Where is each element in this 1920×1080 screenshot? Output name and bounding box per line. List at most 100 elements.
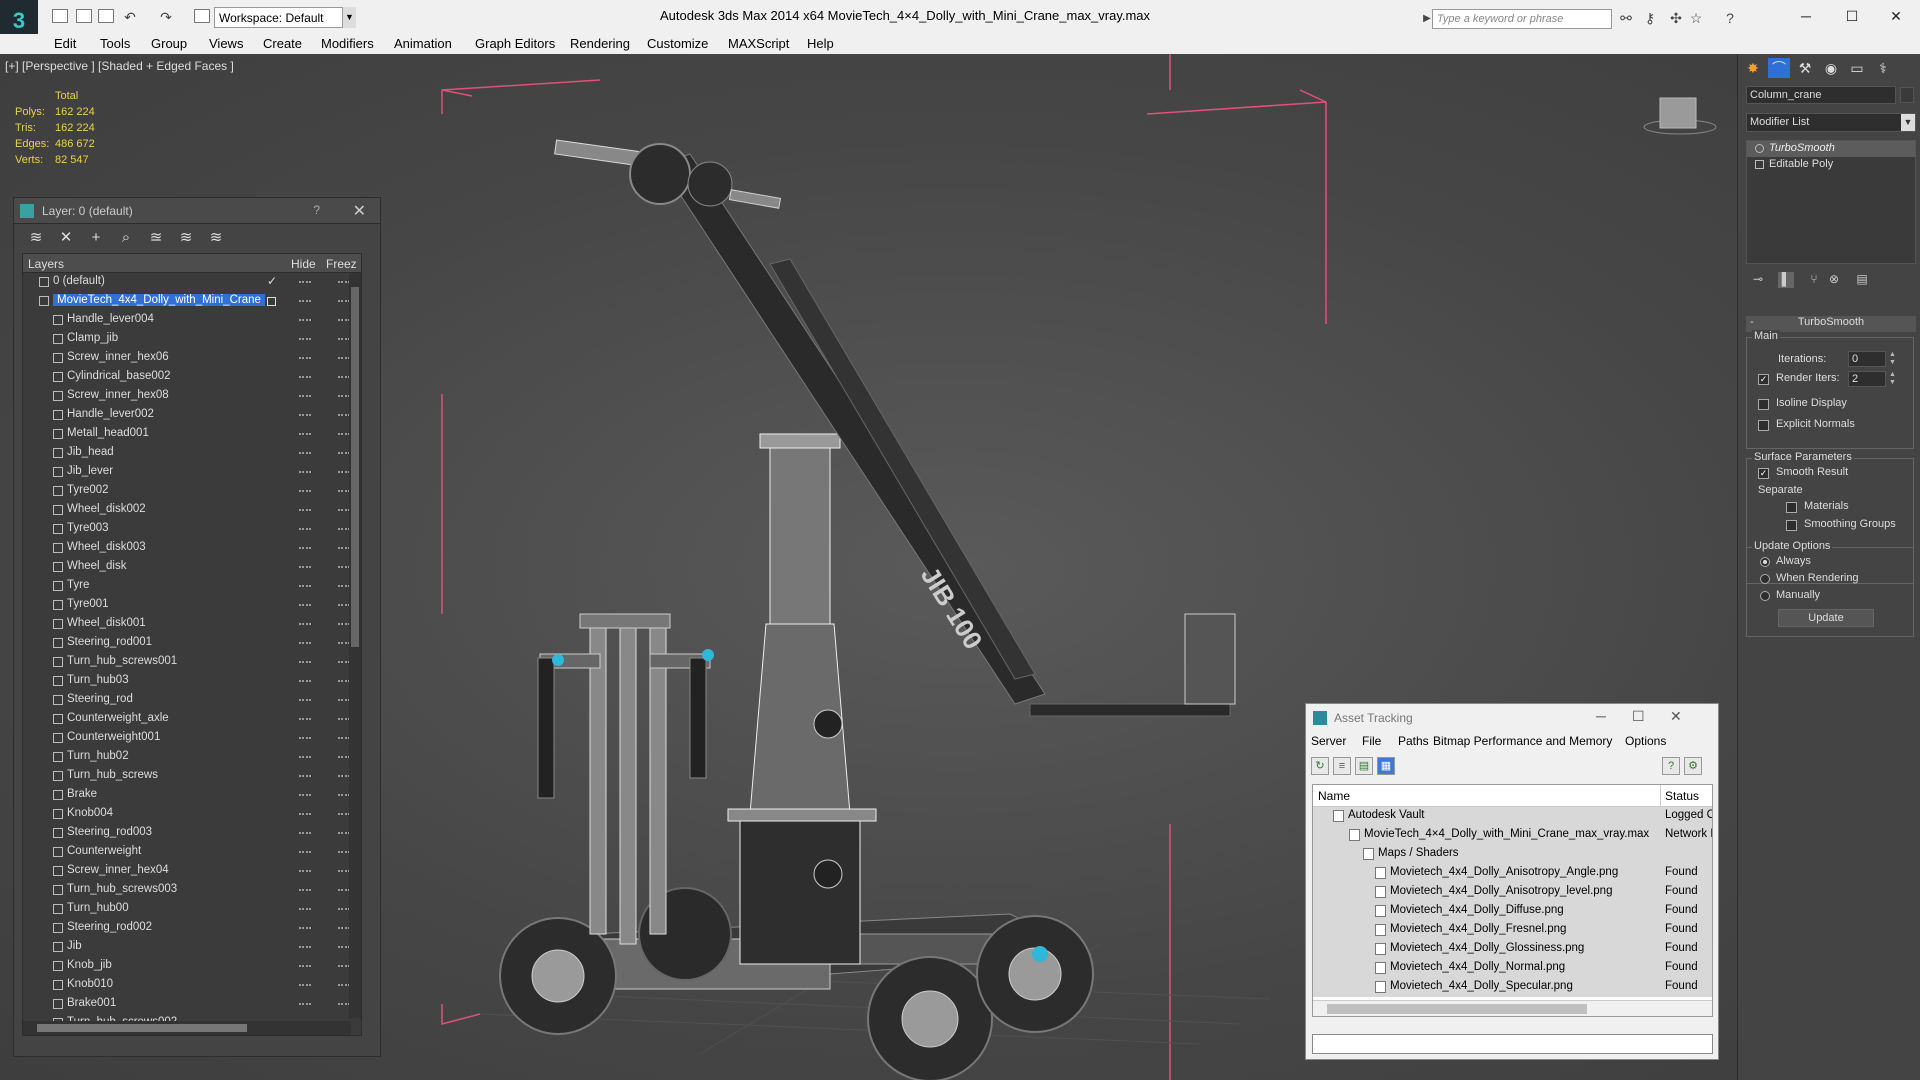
hide-toggle[interactable] [299, 946, 311, 948]
highlight-layer-icon[interactable]: ≊ [146, 228, 166, 248]
layer-name[interactable]: Metall_head001 [67, 427, 149, 439]
layer-name[interactable]: Counterweight001 [67, 731, 160, 743]
menu-customize[interactable]: Customize [647, 36, 708, 51]
hide-toggle[interactable] [299, 775, 311, 777]
layer-row[interactable]: Turn_hub03 [23, 672, 361, 691]
layer-name[interactable]: Steering_rod [67, 693, 133, 705]
layer-row[interactable]: Steering_rod001 [23, 634, 361, 653]
chevron-down-icon[interactable]: ▼ [342, 7, 356, 28]
layer-name[interactable]: Brake001 [67, 997, 116, 1009]
layer-row[interactable]: Steering_rod003 [23, 824, 361, 843]
vertical-scrollbar[interactable] [349, 273, 361, 1018]
asset-row[interactable]: Movietech_4x4_Dolly_Anisotropy_level.png… [1313, 883, 1712, 902]
layer-name[interactable]: MovieTech_4x4_Dolly_with_Mini_Crane [53, 294, 265, 306]
layer-panel-titlebar[interactable]: Layer: 0 (default) ? ✕ [14, 198, 380, 224]
hide-toggle[interactable] [299, 813, 311, 815]
hide-toggle[interactable] [299, 1003, 311, 1005]
maximize-button[interactable]: ☐ [1830, 4, 1874, 28]
layer-name[interactable]: 0 (default) [53, 275, 105, 287]
layer-row[interactable]: Counterweight_axle [23, 710, 361, 729]
hide-toggle[interactable] [299, 984, 311, 986]
asset-row[interactable]: Movietech_4x4_Dolly_Fresnel.png Found [1313, 921, 1712, 940]
configure-sets-icon[interactable]: ▤ [1854, 272, 1870, 288]
scroll-thumb[interactable] [1327, 1004, 1587, 1014]
hide-toggle[interactable] [299, 490, 311, 492]
spinner-arrows-icon[interactable]: ▲ ▼ [1888, 371, 1897, 387]
hide-toggle[interactable] [299, 471, 311, 473]
scroll-thumb[interactable] [37, 1024, 247, 1032]
layer-name[interactable]: Wheel_disk002 [67, 503, 146, 515]
object-name-field[interactable]: Column_crane [1746, 86, 1896, 104]
utilities-tab-icon[interactable]: ⚕ [1872, 58, 1894, 78]
layer-row[interactable]: Jib_head [23, 444, 361, 463]
pin-stack-icon[interactable]: ⊸ [1750, 272, 1766, 288]
open-file-icon[interactable] [76, 9, 92, 23]
refresh-icon[interactable]: ↻ [1311, 757, 1329, 775]
undo-icon[interactable]: ↶ [122, 9, 138, 25]
select-in-layer-icon[interactable]: ⌕ [116, 228, 136, 248]
layer-row[interactable]: Screw_inner_hex06 [23, 349, 361, 368]
hide-toggle[interactable] [299, 908, 311, 910]
column-name[interactable]: Name [1318, 789, 1350, 803]
asset-path-field[interactable] [1312, 1034, 1713, 1054]
motion-tab-icon[interactable]: ◉ [1820, 58, 1842, 78]
hide-toggle[interactable] [299, 699, 311, 701]
layer-name[interactable]: Jib_head [67, 446, 114, 458]
create-layer-icon[interactable]: ≋ [26, 228, 46, 248]
horizontal-scrollbar[interactable] [1313, 1000, 1712, 1016]
when-rendering-radio[interactable] [1760, 574, 1770, 584]
modifier-list-dropdown[interactable]: Modifier List ▼ [1746, 113, 1916, 132]
layer-name[interactable]: Jib_lever [67, 465, 113, 477]
layer-name[interactable]: Turn_hub_screws003 [67, 883, 177, 895]
asset-row[interactable]: Movietech_4x4_Dolly_Specular.png Found [1313, 978, 1712, 997]
layer-row[interactable]: Clamp_jib [23, 330, 361, 349]
hide-toggle[interactable] [299, 870, 311, 872]
layer-name[interactable]: Counterweight_axle [67, 712, 169, 724]
layer-row[interactable]: Metall_head001 [23, 425, 361, 444]
layer-name[interactable]: Handle_lever002 [67, 408, 154, 420]
search-input[interactable]: Type a keyword or phrase [1432, 9, 1612, 29]
remove-modifier-icon[interactable]: ⊗ [1826, 272, 1842, 288]
hide-toggle[interactable] [299, 661, 311, 663]
hide-toggle[interactable] [299, 927, 311, 929]
show-end-result-icon[interactable]: ▌ [1778, 272, 1794, 288]
hide-toggle[interactable] [299, 737, 311, 739]
asset-row[interactable]: Autodesk Vault Logged O [1313, 807, 1712, 826]
help-icon[interactable]: ? [1722, 10, 1738, 26]
materials-checkbox[interactable] [1786, 502, 1797, 513]
layer-name[interactable]: Knob_jib [67, 959, 112, 971]
menu-animation[interactable]: Animation [394, 36, 452, 51]
layer-name[interactable]: Tyre001 [67, 598, 109, 610]
menu-graph-editors[interactable]: Graph Editors [475, 36, 555, 51]
layer-name[interactable]: Screw_inner_hex04 [67, 864, 169, 876]
layer-row[interactable]: Tyre [23, 577, 361, 596]
layer-row[interactable]: 0 (default) ✓ [23, 273, 361, 292]
new-file-icon[interactable] [52, 9, 68, 23]
layer-name[interactable]: Handle_lever004 [67, 313, 154, 325]
layer-name[interactable]: Steering_rod003 [67, 826, 152, 838]
hide-toggle[interactable] [299, 756, 311, 758]
layer-row[interactable]: Turn_hub02 [23, 748, 361, 767]
collapse-icon[interactable]: - [1750, 316, 1754, 328]
column-hide[interactable]: Hide [291, 257, 316, 271]
hide-toggle[interactable] [299, 357, 311, 359]
layer-row[interactable]: Wheel_disk001 [23, 615, 361, 634]
minimize-button[interactable]: ─ [1784, 4, 1828, 28]
hide-toggle[interactable] [299, 433, 311, 435]
stack-item-editable-poly[interactable]: Editable Poly [1747, 157, 1915, 173]
hide-toggle[interactable] [299, 281, 311, 283]
menu-create[interactable]: Create [263, 36, 302, 51]
hide-toggle[interactable] [299, 300, 311, 302]
menu-modifiers[interactable]: Modifiers [321, 36, 374, 51]
menu-maxscript[interactable]: MAXScript [728, 36, 789, 51]
hide-toggle[interactable] [299, 395, 311, 397]
chevron-down-icon[interactable]: ▼ [1901, 114, 1915, 131]
star-icon[interactable]: ☆ [1688, 10, 1704, 26]
layer-name[interactable]: Wheel_disk [67, 560, 126, 572]
delete-layer-icon[interactable]: ✕ [56, 228, 76, 248]
smoothing-groups-checkbox[interactable] [1786, 520, 1797, 531]
layer-name[interactable]: Turn_hub_screws001 [67, 655, 177, 667]
binoculars-icon[interactable]: ⚯ [1618, 10, 1634, 26]
layer-row[interactable]: Turn_hub_screws001 [23, 653, 361, 672]
menu-group[interactable]: Group [151, 36, 187, 51]
